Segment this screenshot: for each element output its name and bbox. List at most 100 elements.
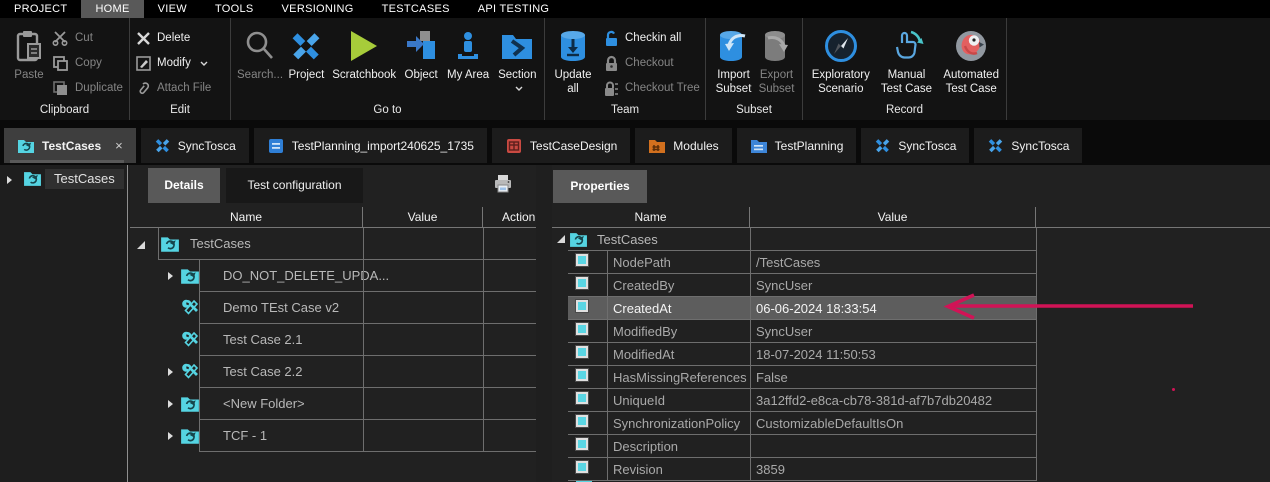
menu-view[interactable]: VIEW — [144, 0, 201, 18]
expand-arrow-icon[interactable] — [168, 400, 173, 408]
property-value[interactable]: CustomizableDefaultIsOn — [756, 416, 903, 431]
property-value[interactable]: SyncUser — [756, 278, 812, 293]
checkbox-icon[interactable] — [576, 461, 588, 473]
goto-scratchbook-button[interactable]: Scratchbook — [330, 23, 399, 83]
goto-my-area-button[interactable]: My Area — [444, 23, 493, 83]
column-header-name[interactable]: Name — [130, 207, 363, 227]
checkbox-icon[interactable] — [576, 277, 588, 289]
column-header-name[interactable]: Name — [552, 207, 750, 227]
update-all-label: Update all — [551, 69, 595, 96]
checkbox-icon[interactable] — [576, 369, 588, 381]
column-header-value[interactable]: Value — [750, 207, 1036, 227]
checkbox-icon[interactable] — [576, 323, 588, 335]
import-subset-button[interactable]: Import Subset — [712, 23, 755, 96]
property-row-description[interactable]: Description — [552, 435, 1270, 458]
property-root-row[interactable]: TestCases — [552, 228, 1270, 251]
scratchbook-play-icon — [351, 25, 377, 67]
panel-splitter[interactable] — [127, 165, 128, 482]
menu-home[interactable]: HOME — [81, 0, 143, 18]
menu-versioning[interactable]: VERSIONING — [268, 0, 368, 18]
tab-testcases[interactable]: TestCases × — [4, 128, 136, 163]
tab-testplanning[interactable]: TestPlanning — [737, 128, 857, 163]
delete-button[interactable]: Delete — [136, 27, 211, 49]
goto-project-button[interactable]: Project — [285, 23, 328, 83]
export-subset-button[interactable]: Export Subset — [755, 23, 798, 96]
manual-test-case-button[interactable]: Manual Test Case — [877, 23, 937, 96]
expand-arrow-icon[interactable] — [168, 432, 173, 440]
property-value[interactable]: /TestCases — [756, 255, 820, 270]
menu-testcases[interactable]: TESTCASES — [368, 0, 464, 18]
property-row-hasmissingreferences[interactable]: HasMissingReferences False — [552, 366, 1270, 389]
tab-details[interactable]: Details — [148, 168, 220, 203]
menu-project[interactable]: PROJECT — [0, 0, 81, 18]
property-value[interactable]: 3859 — [756, 462, 785, 477]
modify-button[interactable]: Modify — [136, 52, 211, 74]
copy-button[interactable]: Copy — [52, 52, 123, 74]
column-header-actionmode[interactable]: ActionMode — [483, 207, 536, 227]
property-value[interactable]: 3a12ffd2-e8ca-cb78-381d-af7b7db20482 — [756, 393, 992, 408]
tab-synctosca-2[interactable]: SyncTosca — [861, 128, 969, 163]
property-value[interactable]: False — [756, 370, 788, 385]
tree-row-do-not-delete[interactable]: DO_NOT_DELETE_UPDA... — [130, 260, 536, 292]
tab-modules[interactable]: Modules — [635, 128, 731, 163]
column-divider[interactable] — [483, 228, 484, 452]
column-divider[interactable] — [750, 228, 751, 481]
print-icon[interactable] — [493, 174, 513, 194]
collapse-arrow-icon[interactable] — [557, 235, 565, 243]
property-row-modifiedat[interactable]: ModifiedAt 18-07-2024 11:50:53 — [552, 343, 1270, 366]
checkbox-icon[interactable] — [576, 346, 588, 358]
attach-file-button[interactable]: Attach File — [136, 77, 211, 99]
menu-tools[interactable]: TOOLS — [201, 0, 268, 18]
property-row-nodepath[interactable]: NodePath /TestCases — [552, 251, 1270, 274]
tab-close-icon[interactable]: × — [115, 138, 123, 153]
automated-test-case-button[interactable]: Automated Test Case — [940, 23, 1002, 96]
tab-test-configuration[interactable]: Test configuration — [226, 168, 363, 203]
tab-properties[interactable]: Properties — [553, 170, 647, 203]
tab-synctosca-3[interactable]: SyncTosca — [974, 128, 1082, 163]
checkbox-icon[interactable] — [576, 300, 588, 312]
folder-blue-icon — [750, 137, 768, 155]
tree-row-testcases[interactable]: TestCases — [130, 228, 536, 260]
cut-button[interactable]: Cut — [52, 27, 123, 49]
tree-row-tcf-1[interactable]: TCF - 1 — [130, 420, 536, 452]
tab-testcasedesign[interactable]: TestCaseDesign — [492, 128, 630, 163]
checkout-button[interactable]: Checkout — [603, 52, 700, 74]
checkin-all-button[interactable]: Checkin all — [603, 27, 700, 49]
search-button[interactable]: Search... — [237, 23, 283, 83]
checkbox-icon[interactable] — [576, 415, 588, 427]
exploratory-scenario-button[interactable]: Exploratory Scenario — [809, 23, 873, 96]
column-divider[interactable] — [1036, 228, 1037, 481]
property-row-revision[interactable]: Revision 3859 — [552, 458, 1270, 481]
sidebar-scrollbar[interactable] — [10, 160, 124, 163]
column-header-value[interactable]: Value — [363, 207, 483, 227]
tree-row-new-folder[interactable]: <New Folder> — [130, 388, 536, 420]
tree-row-test-case-21[interactable]: Test Case 2.1 — [130, 324, 536, 356]
sidebar-item-testcases[interactable]: TestCases — [0, 168, 127, 192]
tab-testplanning-import[interactable]: TestPlanning_import240625_1735 — [254, 128, 487, 163]
property-value[interactable]: 06-06-2024 18:33:54 — [756, 301, 877, 316]
properties-grid: TestCases NodePath /TestCases CreatedBy … — [552, 228, 1270, 481]
tree-row-demo-test-case[interactable]: Demo TEst Case v2 — [130, 292, 536, 324]
collapse-arrow-icon[interactable] — [137, 241, 145, 249]
paste-button[interactable]: Paste — [6, 23, 52, 83]
checkbox-icon[interactable] — [576, 392, 588, 404]
checkbox-icon[interactable] — [576, 254, 588, 266]
property-name: HasMissingReferences — [613, 370, 747, 385]
expand-arrow-icon[interactable] — [7, 176, 12, 184]
update-all-button[interactable]: Update all — [551, 23, 595, 96]
tab-synctosca-1[interactable]: SyncTosca — [141, 128, 249, 163]
checkout-tree-button[interactable]: Checkout Tree — [603, 77, 700, 99]
property-value[interactable]: 18-07-2024 11:50:53 — [756, 347, 876, 362]
menu-api-testing[interactable]: API TESTING — [464, 0, 564, 18]
tree-row-test-case-22[interactable]: Test Case 2.2 — [130, 356, 536, 388]
checkbox-icon[interactable] — [576, 438, 588, 450]
property-row-synchronizationpolicy[interactable]: SynchronizationPolicy CustomizableDefaul… — [552, 412, 1270, 435]
property-value[interactable]: SyncUser — [756, 324, 812, 339]
duplicate-button[interactable]: Duplicate — [52, 77, 123, 99]
column-divider[interactable] — [363, 228, 364, 452]
property-row-uniqueid[interactable]: UniqueId 3a12ffd2-e8ca-cb78-381d-af7b7db… — [552, 389, 1270, 412]
expand-arrow-icon[interactable] — [168, 368, 173, 376]
goto-section-button[interactable]: Section — [495, 23, 540, 91]
expand-arrow-icon[interactable] — [168, 272, 173, 280]
goto-object-button[interactable]: Object — [401, 23, 442, 83]
